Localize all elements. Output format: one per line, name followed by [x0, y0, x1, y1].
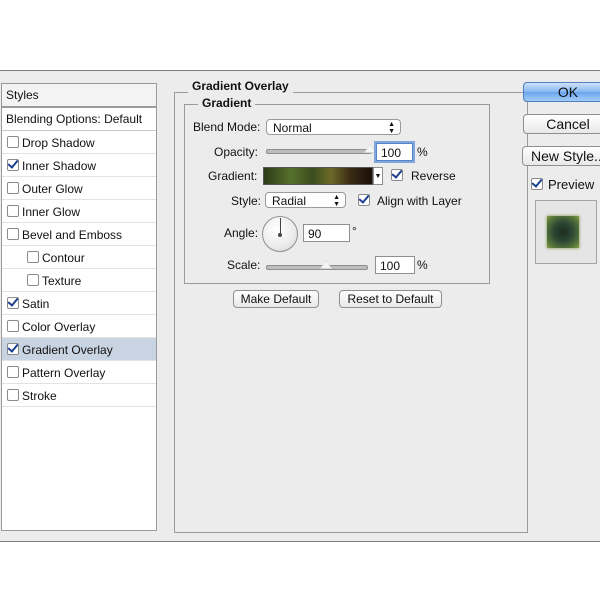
style-item-color-overlay[interactable]: Color Overlay	[2, 315, 156, 338]
angle-unit: °	[352, 224, 357, 238]
select-arrows-icon: ▲ ▼	[333, 194, 340, 208]
style-checkbox[interactable]	[7, 204, 19, 217]
style-item-label: Texture	[42, 273, 82, 288]
style-item-gradient-overlay[interactable]: Gradient Overlay	[2, 338, 156, 361]
styles-list-panel: Styles Blending Options: Default Drop Sh…	[1, 83, 157, 531]
style-checkbox[interactable]	[7, 388, 19, 401]
opacity-label: Opacity:	[214, 145, 259, 159]
style-label: Style:	[231, 194, 262, 208]
make-default-button[interactable]: Make Default	[233, 290, 319, 308]
style-item-label: Contour	[42, 250, 85, 265]
style-item-texture[interactable]: Texture	[2, 269, 156, 292]
opacity-slider-thumb[interactable]	[364, 144, 376, 153]
style-item-label: Inner Glow	[22, 204, 81, 219]
ok-button[interactable]: OK	[523, 82, 600, 102]
gradient-label: Gradient:	[208, 169, 258, 183]
style-checkbox[interactable]	[7, 365, 19, 378]
style-item-inner-glow[interactable]: Inner Glow	[2, 200, 156, 223]
blend-mode-label: Blend Mode:	[193, 120, 261, 134]
gradient-dropdown-icon[interactable]: ▼	[373, 167, 383, 185]
gradient-overlay-title: Gradient Overlay	[188, 79, 293, 93]
style-checkbox[interactable]	[27, 273, 39, 286]
reset-to-default-button[interactable]: Reset to Default	[339, 290, 442, 308]
style-checkbox[interactable]	[7, 342, 19, 355]
scale-slider-thumb[interactable]	[320, 260, 332, 269]
style-item-label: Inner Shadow	[22, 158, 97, 173]
style-item-label: Gradient Overlay	[22, 342, 113, 357]
angle-indicator-line	[280, 218, 281, 234]
preview-checkbox[interactable]	[531, 178, 543, 190]
style-item-contour[interactable]: Contour	[2, 246, 156, 269]
align-with-layer-checkbox[interactable]	[358, 194, 370, 206]
style-item-pattern-overlay[interactable]: Pattern Overlay	[2, 361, 156, 384]
style-checkbox[interactable]	[27, 250, 39, 263]
reverse-label: Reverse	[411, 169, 456, 183]
style-item-label: Bevel and Emboss	[22, 227, 123, 242]
style-checkbox[interactable]	[7, 319, 19, 332]
blend-mode-select[interactable]: Normal ▲ ▼	[266, 119, 401, 135]
opacity-unit: %	[417, 145, 428, 159]
new-style-button[interactable]: New Style...	[522, 146, 600, 166]
reverse-checkbox[interactable]	[391, 169, 403, 181]
style-checkbox[interactable]	[7, 135, 19, 148]
angle-label: Angle:	[224, 226, 259, 240]
style-checkbox[interactable]	[7, 296, 19, 309]
angle-input[interactable]: 90	[303, 224, 350, 242]
style-item-drop-shadow[interactable]: Drop Shadow	[2, 131, 156, 154]
opacity-slider-track[interactable]	[266, 149, 372, 154]
style-item-inner-shadow[interactable]: Inner Shadow	[2, 154, 156, 177]
style-select[interactable]: Radial ▲ ▼	[265, 192, 346, 208]
preview-label: Preview	[548, 177, 595, 192]
gradient-swatch[interactable]	[263, 167, 373, 185]
style-item-label: Outer Glow	[22, 181, 83, 196]
style-item-stroke[interactable]: Stroke	[2, 384, 156, 407]
blend-mode-value: Normal	[273, 121, 312, 135]
scale-unit: %	[417, 258, 428, 272]
select-arrows-icon: ▲ ▼	[388, 121, 395, 135]
style-item-label: Color Overlay	[22, 319, 96, 334]
scale-input[interactable]: 100	[375, 256, 415, 274]
align-with-layer-label: Align with Layer	[377, 194, 462, 208]
cancel-button[interactable]: Cancel	[523, 114, 600, 134]
style-item-satin[interactable]: Satin	[2, 292, 156, 315]
angle-dial-center	[278, 233, 282, 237]
style-checkbox[interactable]	[7, 227, 19, 240]
style-item-label: Stroke	[22, 388, 57, 403]
style-checkbox[interactable]	[7, 158, 19, 171]
gradient-group-title: Gradient	[198, 96, 256, 110]
style-item-outer-glow[interactable]: Outer Glow	[2, 177, 156, 200]
style-value: Radial	[272, 194, 307, 208]
scale-slider-track[interactable]	[266, 265, 368, 270]
scale-label: Scale:	[227, 258, 261, 272]
opacity-input[interactable]: 100	[376, 143, 413, 161]
blending-options-item[interactable]: Blending Options: Default	[2, 108, 156, 131]
style-checkbox[interactable]	[7, 181, 19, 194]
style-item-label: Pattern Overlay	[22, 365, 106, 380]
style-item-label: Satin	[22, 296, 50, 311]
style-item-bevel-and-emboss[interactable]: Bevel and Emboss	[2, 223, 156, 246]
style-item-label: Drop Shadow	[22, 135, 95, 150]
preview-thumbnail	[547, 216, 579, 248]
styles-header: Styles	[2, 84, 156, 108]
